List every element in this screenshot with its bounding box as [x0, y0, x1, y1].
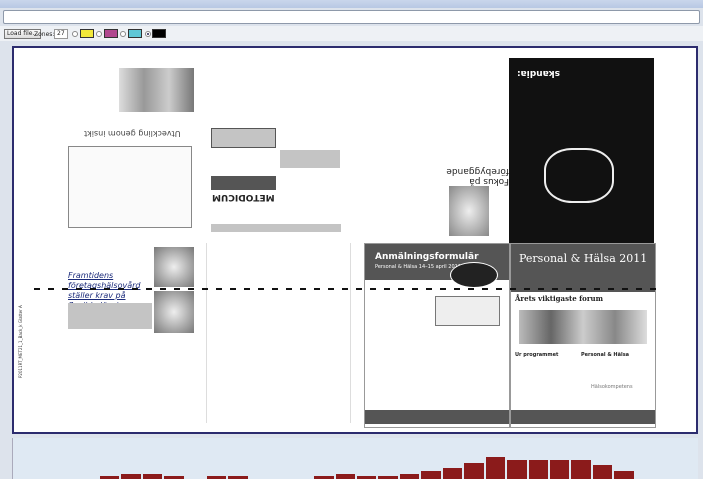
- toolbar: Load file... Zones: 27: [0, 26, 703, 41]
- color-bar-marks: [34, 288, 664, 290]
- histogram-bar: [485, 457, 506, 479]
- portrait-photo: [449, 186, 489, 236]
- metodicum-band: [211, 176, 276, 190]
- histogram-bar: [571, 459, 591, 479]
- form-footer: [365, 410, 509, 424]
- halso-logo: Hälsokompetens: [591, 384, 633, 390]
- cyan-swatch[interactable]: [128, 29, 142, 38]
- address-bar[interactable]: [3, 10, 700, 24]
- conference-cover: Personal & Hälsa 2011 Årets viktigaste f…: [510, 243, 656, 428]
- gray-block: [280, 150, 340, 168]
- fokus-heading: Fokus på förebyggande: [446, 166, 509, 186]
- photo-people: [119, 68, 194, 112]
- window-title-bar: [0, 0, 703, 8]
- gray-strip: [211, 224, 341, 232]
- skandia-ad: skandia:: [509, 58, 654, 244]
- photo-man: [154, 291, 194, 333]
- histogram-bar: [421, 470, 441, 479]
- upside-heading: Utveckling genom insikt: [84, 129, 181, 138]
- registration-form: Anmälningsformulär Personal & Hälsa 14–1…: [364, 243, 510, 428]
- cyan-radio[interactable]: [120, 31, 126, 37]
- page-top-right: Fokus på förebyggande: [359, 66, 509, 244]
- histogram-bar: [142, 473, 163, 479]
- cover-title: Personal & Hälsa 2011: [519, 252, 648, 265]
- histogram-bar: [442, 468, 463, 479]
- page-bottom-left: Framtidens företagshälsovård ställer kra…: [64, 243, 199, 423]
- save-badge: [450, 262, 498, 288]
- black-swatch[interactable]: [152, 29, 166, 38]
- page-top-center: METODICUM: [206, 66, 351, 244]
- form-fields: [435, 296, 500, 326]
- form-subtitle: Personal & Hälsa 14–15 april 2011: [375, 264, 462, 270]
- speaker-photos: [519, 310, 647, 344]
- histogram-bar: [399, 473, 420, 479]
- histogram-bar: [464, 462, 484, 479]
- histogram-bar: [335, 473, 355, 479]
- ad-illustration: [544, 148, 614, 203]
- yellow-radio[interactable]: [72, 31, 78, 37]
- ph-small-logo: Personal & Hälsa: [581, 352, 630, 358]
- zones-input[interactable]: 27: [54, 29, 68, 39]
- magenta-swatch[interactable]: [104, 29, 118, 38]
- placeholder-box: [211, 128, 276, 148]
- illustration-box: [68, 146, 192, 228]
- histogram-bar: [507, 459, 527, 479]
- histogram-bar: [121, 473, 141, 479]
- histogram-bar: [549, 459, 570, 479]
- magenta-radio[interactable]: [96, 31, 102, 37]
- yellow-swatch[interactable]: [80, 29, 94, 38]
- page-top-left: Utveckling genom insikt: [64, 66, 199, 244]
- ink-zone-histogram: [12, 438, 698, 479]
- black-radio[interactable]: [145, 31, 151, 37]
- forum-heading: Årets viktigaste forum: [515, 294, 604, 303]
- zones-label: Zones:: [34, 31, 55, 38]
- histogram-bar: [528, 459, 548, 479]
- skandia-logo: skandia:: [517, 68, 561, 78]
- gray-panel: [68, 303, 152, 329]
- form-title: Anmälningsformulär: [375, 252, 479, 262]
- press-sheet-viewer[interactable]: P2011RT_MET21_1_Back_k Glatter A Utveckl…: [12, 46, 698, 434]
- histogram-bar: [592, 465, 613, 479]
- cover-footer: [511, 410, 655, 424]
- program-heading: Ur programmet: [515, 352, 559, 358]
- histogram-bar: [614, 470, 634, 479]
- metodicum-logo: METODICUM: [212, 192, 275, 202]
- page-bottom-center: [206, 243, 351, 423]
- sheet-side-caption: P2011RT_MET21_1_Back_k Glatter A: [18, 305, 23, 378]
- photo-woman: [154, 247, 194, 287]
